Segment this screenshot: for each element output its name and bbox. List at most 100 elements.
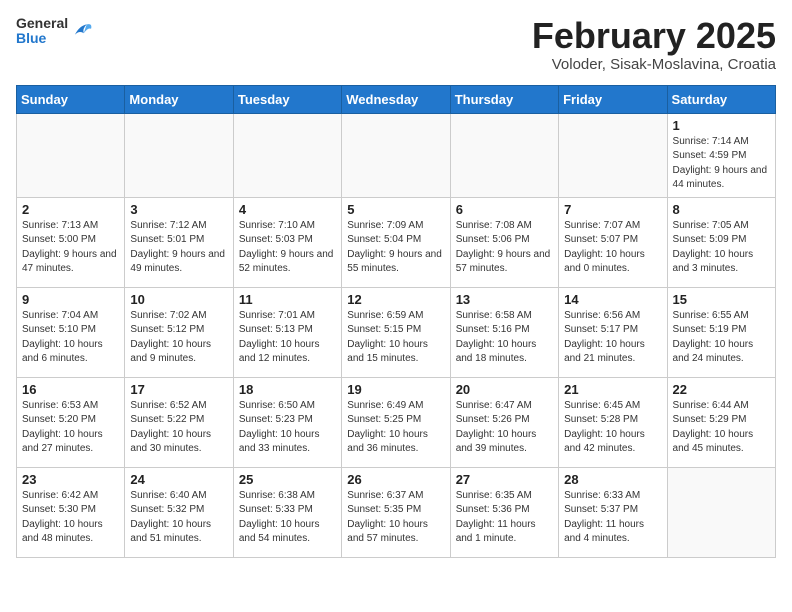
calendar-cell: 27 Sunrise: 6:35 AM Sunset: 5:36 PM Dayli… xyxy=(450,467,558,557)
calendar-cell: 4 Sunrise: 7:10 AM Sunset: 5:03 PM Daylig… xyxy=(233,197,341,287)
calendar-week-row: 1 Sunrise: 7:14 AM Sunset: 4:59 PM Daylig… xyxy=(17,113,776,197)
weekday-header-friday: Friday xyxy=(559,85,667,113)
calendar-week-row: 2 Sunrise: 7:13 AM Sunset: 5:00 PM Daylig… xyxy=(17,197,776,287)
page-header: General Blue February 2025 Voloder, Sisa… xyxy=(16,16,776,73)
day-info: Sunrise: 7:07 AM Sunset: 5:07 PM Dayligh… xyxy=(564,219,661,277)
day-info: Sunrise: 6:47 AM Sunset: 5:26 PM Dayligh… xyxy=(456,399,553,457)
day-info: Sunrise: 6:58 AM Sunset: 5:16 PM Dayligh… xyxy=(456,309,553,367)
day-number: 3 xyxy=(130,202,227,217)
day-number: 23 xyxy=(22,472,119,487)
day-number: 12 xyxy=(347,292,444,307)
day-info: Sunrise: 6:35 AM Sunset: 5:36 PM Dayligh… xyxy=(456,489,553,547)
calendar-cell: 26 Sunrise: 6:37 AM Sunset: 5:35 PM Dayli… xyxy=(342,467,450,557)
day-number: 26 xyxy=(347,472,444,487)
calendar-week-row: 16 Sunrise: 6:53 AM Sunset: 5:20 PM Dayli… xyxy=(17,377,776,467)
day-number: 15 xyxy=(673,292,770,307)
calendar-cell: 3 Sunrise: 7:12 AM Sunset: 5:01 PM Daylig… xyxy=(125,197,233,287)
day-info: Sunrise: 6:59 AM Sunset: 5:15 PM Dayligh… xyxy=(347,309,444,367)
calendar-table: SundayMondayTuesdayWednesdayThursdayFrid… xyxy=(16,85,776,558)
calendar-cell: 24Sunrise: 6:40 AM Sunset: 5:32 PM Dayli… xyxy=(125,467,233,557)
calendar-cell: 14 Sunrise: 6:56 AM Sunset: 5:17 PM Dayli… xyxy=(559,287,667,377)
day-info: Sunrise: 7:13 AM Sunset: 5:00 PM Dayligh… xyxy=(22,219,119,277)
calendar-cell: 23Sunrise: 6:42 AM Sunset: 5:30 PM Dayli… xyxy=(17,467,125,557)
day-info: Sunrise: 6:38 AM Sunset: 5:33 PM Dayligh… xyxy=(239,489,336,547)
weekday-header-monday: Monday xyxy=(125,85,233,113)
day-number: 25 xyxy=(239,472,336,487)
logo-bird-icon xyxy=(72,20,94,42)
day-number: 1 xyxy=(673,118,770,133)
location-text: Voloder, Sisak-Moslavina, Croatia xyxy=(532,56,776,73)
day-info: Sunrise: 7:14 AM Sunset: 4:59 PM Dayligh… xyxy=(673,135,770,193)
calendar-cell: 13 Sunrise: 6:58 AM Sunset: 5:16 PM Dayli… xyxy=(450,287,558,377)
day-info: Sunrise: 6:56 AM Sunset: 5:17 PM Dayligh… xyxy=(564,309,661,367)
calendar-cell: 28 Sunrise: 6:33 AM Sunset: 5:37 PM Dayli… xyxy=(559,467,667,557)
day-number: 18 xyxy=(239,382,336,397)
calendar-cell xyxy=(450,113,558,197)
day-number: 6 xyxy=(456,202,553,217)
calendar-cell: 16 Sunrise: 6:53 AM Sunset: 5:20 PM Dayli… xyxy=(17,377,125,467)
day-number: 21 xyxy=(564,382,661,397)
logo-general-text: General xyxy=(16,16,68,31)
calendar-cell xyxy=(125,113,233,197)
day-info: Sunrise: 7:05 AM Sunset: 5:09 PM Dayligh… xyxy=(673,219,770,277)
day-info: Sunrise: 7:04 AM Sunset: 5:10 PM Dayligh… xyxy=(22,309,119,367)
calendar-cell xyxy=(667,467,775,557)
day-number: 10 xyxy=(130,292,227,307)
day-info: Sunrise: 7:09 AM Sunset: 5:04 PM Dayligh… xyxy=(347,219,444,277)
day-number: 7 xyxy=(564,202,661,217)
calendar-cell: 15Sunrise: 6:55 AM Sunset: 5:19 PM Dayli… xyxy=(667,287,775,377)
calendar-cell: 2 Sunrise: 7:13 AM Sunset: 5:00 PM Daylig… xyxy=(17,197,125,287)
calendar-cell: 1 Sunrise: 7:14 AM Sunset: 4:59 PM Daylig… xyxy=(667,113,775,197)
calendar-week-row: 9 Sunrise: 7:04 AM Sunset: 5:10 PM Daylig… xyxy=(17,287,776,377)
logo: General Blue xyxy=(16,16,94,47)
day-info: Sunrise: 6:37 AM Sunset: 5:35 PM Dayligh… xyxy=(347,489,444,547)
day-info: Sunrise: 6:44 AM Sunset: 5:29 PM Dayligh… xyxy=(673,399,770,457)
day-number: 5 xyxy=(347,202,444,217)
calendar-cell: 19 Sunrise: 6:49 AM Sunset: 5:25 PM Dayli… xyxy=(342,377,450,467)
calendar-cell: 8 Sunrise: 7:05 AM Sunset: 5:09 PM Daylig… xyxy=(667,197,775,287)
calendar-cell xyxy=(342,113,450,197)
day-number: 22 xyxy=(673,382,770,397)
day-info: Sunrise: 6:53 AM Sunset: 5:20 PM Dayligh… xyxy=(22,399,119,457)
day-info: Sunrise: 7:10 AM Sunset: 5:03 PM Dayligh… xyxy=(239,219,336,277)
calendar-cell xyxy=(559,113,667,197)
calendar-cell: 25 Sunrise: 6:38 AM Sunset: 5:33 PM Dayli… xyxy=(233,467,341,557)
calendar-cell: 18Sunrise: 6:50 AM Sunset: 5:23 PM Dayli… xyxy=(233,377,341,467)
logo-blue-text: Blue xyxy=(16,31,68,46)
calendar-cell: 9 Sunrise: 7:04 AM Sunset: 5:10 PM Daylig… xyxy=(17,287,125,377)
day-number: 13 xyxy=(456,292,553,307)
day-number: 17 xyxy=(130,382,227,397)
day-info: Sunrise: 7:01 AM Sunset: 5:13 PM Dayligh… xyxy=(239,309,336,367)
day-number: 27 xyxy=(456,472,553,487)
calendar-week-row: 23Sunrise: 6:42 AM Sunset: 5:30 PM Dayli… xyxy=(17,467,776,557)
day-number: 8 xyxy=(673,202,770,217)
calendar-cell: 7 Sunrise: 7:07 AM Sunset: 5:07 PM Daylig… xyxy=(559,197,667,287)
day-number: 16 xyxy=(22,382,119,397)
weekday-header-wednesday: Wednesday xyxy=(342,85,450,113)
day-number: 14 xyxy=(564,292,661,307)
day-info: Sunrise: 6:33 AM Sunset: 5:37 PM Dayligh… xyxy=(564,489,661,547)
calendar-cell xyxy=(17,113,125,197)
day-info: Sunrise: 7:08 AM Sunset: 5:06 PM Dayligh… xyxy=(456,219,553,277)
calendar-cell: 11Sunrise: 7:01 AM Sunset: 5:13 PM Dayli… xyxy=(233,287,341,377)
calendar-cell: 21 Sunrise: 6:45 AM Sunset: 5:28 PM Dayli… xyxy=(559,377,667,467)
day-number: 2 xyxy=(22,202,119,217)
calendar-cell: 20Sunrise: 6:47 AM Sunset: 5:26 PM Dayli… xyxy=(450,377,558,467)
calendar-cell: 5 Sunrise: 7:09 AM Sunset: 5:04 PM Daylig… xyxy=(342,197,450,287)
day-info: Sunrise: 7:02 AM Sunset: 5:12 PM Dayligh… xyxy=(130,309,227,367)
calendar-cell: 6 Sunrise: 7:08 AM Sunset: 5:06 PM Daylig… xyxy=(450,197,558,287)
day-number: 19 xyxy=(347,382,444,397)
day-number: 28 xyxy=(564,472,661,487)
day-info: Sunrise: 6:52 AM Sunset: 5:22 PM Dayligh… xyxy=(130,399,227,457)
day-info: Sunrise: 7:12 AM Sunset: 5:01 PM Dayligh… xyxy=(130,219,227,277)
calendar-cell xyxy=(233,113,341,197)
weekday-header-tuesday: Tuesday xyxy=(233,85,341,113)
day-number: 9 xyxy=(22,292,119,307)
calendar-cell: 12 Sunrise: 6:59 AM Sunset: 5:15 PM Dayli… xyxy=(342,287,450,377)
calendar-cell: 17 Sunrise: 6:52 AM Sunset: 5:22 PM Dayli… xyxy=(125,377,233,467)
day-info: Sunrise: 6:49 AM Sunset: 5:25 PM Dayligh… xyxy=(347,399,444,457)
day-info: Sunrise: 6:45 AM Sunset: 5:28 PM Dayligh… xyxy=(564,399,661,457)
day-info: Sunrise: 6:40 AM Sunset: 5:32 PM Dayligh… xyxy=(130,489,227,547)
day-number: 4 xyxy=(239,202,336,217)
title-block: February 2025 Voloder, Sisak-Moslavina, … xyxy=(532,16,776,73)
